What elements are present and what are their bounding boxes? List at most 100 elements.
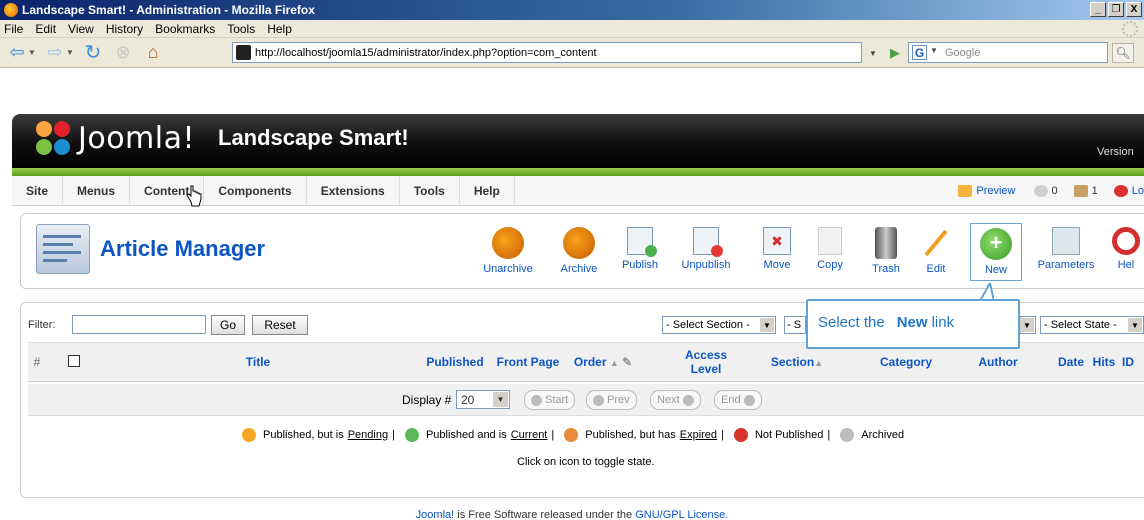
search-bar[interactable]: G ▼ Google [908, 42, 1108, 63]
col-date[interactable]: Date [1054, 343, 1088, 383]
article-manager-icon [36, 224, 90, 274]
end-label: End [721, 394, 741, 406]
help-button[interactable]: Hel [1108, 223, 1144, 281]
go-button[interactable]: ▶ [886, 44, 904, 62]
joomla-link[interactable]: Joomla! [416, 509, 455, 520]
filter-input[interactable] [72, 315, 206, 334]
legend-separator: | [721, 429, 724, 441]
new-button[interactable]: + New [970, 223, 1022, 281]
col-hits[interactable]: Hits [1088, 343, 1120, 383]
hand-cursor-icon [186, 185, 202, 207]
prev-label: Prev [607, 394, 630, 406]
edit-label: Edit [926, 263, 946, 275]
legend-expired-text: Published, but has [585, 429, 676, 441]
col-published[interactable]: Published [422, 343, 488, 383]
next-button[interactable]: Next [650, 390, 701, 410]
parameters-button[interactable]: Parameters [1031, 223, 1101, 281]
copy-label: Copy [817, 259, 843, 271]
menu-view[interactable]: View [66, 22, 96, 36]
unpublish-icon [693, 227, 723, 257]
chevron-down-icon: ▼ [1020, 318, 1034, 332]
admin-menu: Site Menus Content Components Extensions… [12, 175, 1144, 206]
select-category[interactable]: - S [784, 316, 806, 334]
back-history-dropdown[interactable]: ▼ [28, 48, 38, 57]
legend-expired-link: Expired [679, 429, 718, 441]
toggle-state-note: Click on icon to toggle state. [517, 456, 655, 468]
select-state-value: - Select State - [1044, 319, 1117, 331]
end-button[interactable]: End [714, 390, 762, 410]
start-button[interactable]: Start [524, 390, 576, 410]
col-front-page[interactable]: Front Page [490, 343, 566, 383]
col-id[interactable]: ID [1122, 343, 1144, 383]
users-icon [1073, 185, 1088, 197]
select-all-checkbox[interactable] [68, 355, 80, 367]
end-icon [743, 394, 755, 406]
edit-button[interactable]: Edit [906, 223, 966, 281]
menu-file[interactable]: File [2, 22, 25, 36]
prev-button[interactable]: Prev [586, 390, 637, 410]
logout-link[interactable]: Lo [1132, 185, 1144, 197]
minimize-button[interactable]: _ [1090, 2, 1106, 17]
copy-button[interactable]: Copy [800, 223, 860, 281]
admin-menu-menus[interactable]: Menus [63, 175, 131, 206]
admin-menu-tools[interactable]: Tools [400, 175, 460, 206]
unpublish-button[interactable]: Unpublish [676, 223, 736, 281]
save-order-icon[interactable]: ✎ [622, 355, 632, 370]
display-limit-value: 20 [461, 392, 475, 407]
menu-history[interactable]: History [104, 22, 145, 36]
menu-help[interactable]: Help [265, 22, 294, 36]
move-button[interactable]: ✖ Move [747, 223, 807, 281]
reset-button[interactable]: Reset [252, 315, 308, 335]
unpublish-label: Unpublish [681, 259, 731, 271]
publish-button[interactable]: Publish [610, 223, 670, 281]
col-section[interactable]: Section ▲ [754, 343, 840, 383]
restore-button[interactable]: ❐ [1108, 2, 1124, 17]
admin-menu-extensions[interactable]: Extensions [307, 175, 400, 206]
address-bar[interactable]: http://localhost/joomla15/administrator/… [232, 42, 862, 63]
col-access-level[interactable]: Access Level [676, 343, 736, 383]
menu-edit[interactable]: Edit [33, 22, 58, 36]
home-button[interactable]: ⌂ [140, 41, 166, 65]
col-category[interactable]: Category [856, 343, 956, 383]
display-limit-select[interactable]: 20 ▼ [456, 390, 510, 409]
close-button[interactable]: X [1126, 2, 1142, 17]
archive-button[interactable]: Archive [549, 223, 609, 281]
users-count[interactable]: 1 [1092, 185, 1098, 197]
unarchive-button[interactable]: Unarchive [478, 223, 538, 281]
pending-icon [242, 428, 256, 442]
state-legend: Published, but is Pending | Published an… [236, 428, 904, 442]
legend-separator: | [827, 429, 831, 441]
admin-status-area: Preview 0 1 Lo [958, 176, 1144, 206]
callout-text-post: link [931, 314, 955, 331]
search-engine-dropdown[interactable]: ▼ [930, 46, 938, 55]
url-history-dropdown[interactable]: ▼ [864, 44, 882, 62]
back-button[interactable]: ⇦ [4, 41, 30, 65]
page-title: Article Manager [100, 236, 266, 261]
go-filter-button[interactable]: Go [211, 315, 245, 335]
forward-button[interactable]: ⇨ [42, 41, 68, 65]
select-section[interactable]: - Select Section - ▼ [662, 316, 776, 334]
reload-button[interactable]: ↻ [80, 41, 106, 65]
col-order[interactable]: Order ▲ ✎ [568, 343, 638, 383]
admin-menu-help[interactable]: Help [460, 175, 515, 206]
stop-button[interactable]: ⊗ [110, 41, 136, 65]
callout-text: Select the New link [818, 314, 954, 331]
menu-tools[interactable]: Tools [225, 22, 257, 36]
search-button[interactable]: 🔍︎ [1112, 43, 1134, 63]
forward-history-dropdown[interactable]: ▼ [66, 48, 76, 57]
new-label: New [984, 264, 1007, 276]
prev-icon [593, 394, 604, 406]
admin-menu-components[interactable]: Components [204, 175, 307, 206]
admin-menu-site[interactable]: Site [12, 175, 64, 206]
messages-count[interactable]: 0 [1052, 185, 1058, 197]
menu-bookmarks[interactable]: Bookmarks [153, 22, 217, 36]
sort-up-icon: ▲ [814, 357, 824, 368]
preview-link[interactable]: Preview [976, 185, 1015, 197]
google-icon[interactable]: G [912, 45, 927, 60]
col-title[interactable]: Title [198, 343, 318, 383]
col-author[interactable]: Author [958, 343, 1038, 383]
legend-pending-link: Pending [347, 429, 389, 441]
select-state[interactable]: - Select State - ▼ [1040, 316, 1144, 334]
gpl-license-link[interactable]: GNU/GPL License. [635, 509, 728, 520]
select-author[interactable]: ▼ [1020, 316, 1036, 334]
